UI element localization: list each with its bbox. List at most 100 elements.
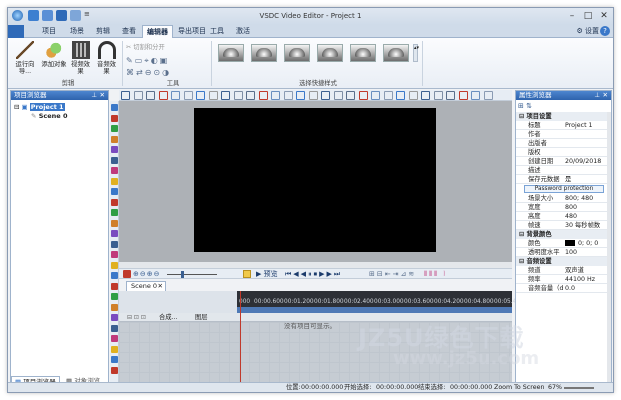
object-tool-icon[interactable] bbox=[111, 293, 118, 300]
canvas-tool-icon[interactable] bbox=[146, 91, 155, 100]
tab-tools[interactable]: 工具 bbox=[206, 25, 228, 38]
quick-style-thumb-2[interactable] bbox=[251, 44, 277, 62]
canvas-tool-icon[interactable] bbox=[358, 91, 368, 100]
property-row[interactable]: 作者 bbox=[516, 130, 607, 139]
maximize-icon[interactable]: □ bbox=[581, 10, 595, 22]
close-icon[interactable]: ✕ bbox=[597, 10, 611, 22]
property-row[interactable]: 音频音量（d 0.0 bbox=[516, 284, 607, 293]
object-tool-icon[interactable] bbox=[111, 356, 118, 363]
object-tool-icon[interactable] bbox=[111, 272, 118, 279]
canvas-tool-icon[interactable] bbox=[421, 91, 430, 100]
canvas-tool-icon[interactable] bbox=[121, 91, 130, 100]
property-value[interactable]: 44100 Hz bbox=[565, 275, 595, 284]
section-background-color[interactable]: ⊟ 背景颜色 bbox=[516, 230, 607, 239]
zoom-to-screen-button[interactable]: Zoom To Screen bbox=[494, 383, 544, 392]
canvas-tool-icon[interactable] bbox=[471, 91, 480, 100]
canvas-tool-icon[interactable] bbox=[183, 91, 193, 100]
property-value[interactable]: 是 bbox=[565, 175, 571, 184]
section-project-settings[interactable]: ⊟ 项目设置 bbox=[516, 112, 607, 121]
canvas-tool-icon[interactable] bbox=[296, 91, 305, 100]
canvas-tool-icon[interactable] bbox=[483, 91, 493, 100]
collapse-icon[interactable]: ⊟ bbox=[14, 103, 19, 111]
object-tool-icon[interactable] bbox=[111, 282, 118, 290]
canvas-tool-icon[interactable] bbox=[458, 91, 468, 100]
property-row[interactable]: 透明度水平 100 bbox=[516, 248, 607, 257]
property-value[interactable]: 800 bbox=[565, 203, 577, 212]
object-tool-icon[interactable] bbox=[111, 146, 118, 153]
sort-icons[interactable]: ⊞ ⇅ bbox=[518, 102, 532, 110]
object-tool-icon[interactable] bbox=[111, 209, 118, 216]
timeline-tool-icon[interactable] bbox=[123, 270, 131, 278]
property-row[interactable]: 频道 双声道 bbox=[516, 266, 607, 275]
property-value[interactable]: 0; 0; 0 bbox=[565, 239, 598, 248]
quick-style-thumb-1[interactable] bbox=[218, 44, 244, 62]
wizard-button[interactable]: 运行向导... bbox=[11, 41, 39, 75]
canvas-tool-icon[interactable] bbox=[283, 91, 293, 100]
panel-close-icon[interactable]: ✕ bbox=[100, 91, 105, 100]
cut-split-item[interactable]: ✂ 切割和分开 bbox=[126, 42, 165, 51]
settings-button[interactable]: ⚙ 设置 bbox=[576, 26, 599, 37]
object-tool-icon[interactable] bbox=[111, 177, 118, 185]
track-icons[interactable]: ⊟ ⊡ ⊡ bbox=[127, 313, 146, 322]
canvas-tool-icon[interactable] bbox=[208, 91, 218, 100]
property-row[interactable]: 版权 bbox=[516, 148, 607, 157]
video-effects-button[interactable]: 视频效果 bbox=[68, 41, 93, 75]
tab-scene[interactable]: 场景 bbox=[66, 25, 88, 38]
zoom-slider[interactable] bbox=[564, 387, 594, 389]
object-tool-icon[interactable] bbox=[111, 345, 118, 353]
canvas-tool-icon[interactable] bbox=[408, 91, 418, 100]
quick-style-thumb-6[interactable] bbox=[383, 44, 409, 62]
playhead[interactable] bbox=[240, 291, 241, 387]
quick-style-thumb-5[interactable] bbox=[350, 44, 376, 62]
properties-scrollbar[interactable] bbox=[607, 112, 611, 382]
object-tool-icon[interactable] bbox=[111, 314, 118, 321]
object-tool-icon[interactable] bbox=[111, 167, 118, 174]
object-tool-icon[interactable] bbox=[111, 114, 118, 122]
color-swatch[interactable] bbox=[565, 240, 575, 246]
password-protection-button[interactable]: Password protection bbox=[524, 185, 604, 193]
minimize-icon[interactable]: – bbox=[565, 10, 579, 22]
object-tool-icon[interactable] bbox=[111, 198, 118, 206]
object-tool-icon[interactable] bbox=[111, 219, 118, 227]
property-value[interactable]: 20/09/2018 bbox=[565, 157, 601, 166]
object-tool-icon[interactable] bbox=[111, 125, 118, 132]
app-menu-button[interactable] bbox=[8, 25, 24, 38]
tools-icon-row-2[interactable]: ⌘⇄⊖⊙◑ bbox=[126, 68, 171, 77]
scene-tab-close-icon[interactable]: ✕ bbox=[158, 282, 163, 291]
property-row[interactable]: 保存元数据是 bbox=[516, 175, 607, 184]
tree-project-node[interactable]: ⊟ ▣ Project 1 bbox=[14, 103, 65, 111]
canvas-tool-icon[interactable] bbox=[196, 91, 205, 100]
object-tool-icon[interactable] bbox=[111, 156, 118, 164]
tab-view[interactable]: 查看 bbox=[118, 25, 140, 38]
property-value[interactable]: 480 bbox=[565, 212, 577, 221]
tools-icon-row-1[interactable]: ✎▭⌖◐▣ bbox=[126, 56, 169, 66]
quick-style-thumb-3[interactable] bbox=[284, 44, 310, 62]
timeline-scene-tab[interactable]: Scene 0 ✕ bbox=[126, 281, 166, 291]
preview-button[interactable]: ▶ 预览 bbox=[256, 269, 278, 279]
timeline-ruler[interactable]: 000 00:00.600 00:01.200 00:01.800 00:02.… bbox=[237, 291, 520, 313]
canvas-tool-icon[interactable] bbox=[371, 91, 380, 100]
property-row[interactable]: 颜色 0; 0; 0 bbox=[516, 239, 607, 248]
marker-controls[interactable]: ⦀⦀⦀ ⦚ bbox=[424, 269, 447, 279]
section-audio-settings[interactable]: ⊟ 音频设置 bbox=[516, 257, 607, 266]
add-object-button[interactable]: 添加对象 bbox=[41, 41, 67, 68]
canvas-tool-icon[interactable] bbox=[258, 91, 268, 100]
property-row[interactable]: 宽度 800 bbox=[516, 203, 607, 212]
property-value[interactable]: 30 每秒帧数 bbox=[565, 221, 600, 230]
property-row[interactable]: 帧速 30 每秒帧数 bbox=[516, 221, 607, 230]
object-tool-icon[interactable] bbox=[111, 251, 118, 258]
object-tool-icon[interactable] bbox=[111, 135, 118, 143]
canvas-tool-icon[interactable] bbox=[433, 91, 443, 100]
object-tool-icon[interactable] bbox=[111, 104, 118, 111]
property-row[interactable]: 高度 480 bbox=[516, 212, 607, 221]
canvas-tool-icon[interactable] bbox=[333, 91, 343, 100]
property-row[interactable]: 标题 Project 1 bbox=[516, 121, 607, 130]
canvas-tool-icon[interactable] bbox=[171, 91, 180, 100]
quick-style-thumb-4[interactable] bbox=[317, 44, 343, 62]
property-row[interactable]: 创建日期 20/09/2018 bbox=[516, 157, 607, 166]
zoom-slider[interactable] bbox=[167, 274, 217, 275]
canvas-tool-icon[interactable] bbox=[383, 91, 393, 100]
pin-icon[interactable]: ⊥ bbox=[594, 91, 600, 100]
tree-scene-node[interactable]: ✎ Scene 0 bbox=[31, 112, 67, 120]
object-tool-icon[interactable] bbox=[111, 366, 118, 374]
